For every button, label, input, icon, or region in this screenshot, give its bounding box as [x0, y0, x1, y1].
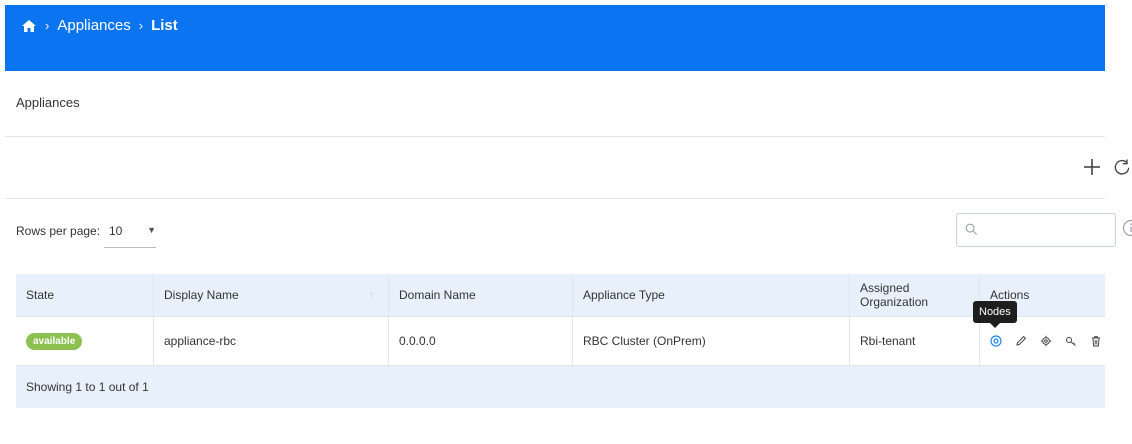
rows-per-page-value: 10: [109, 224, 123, 238]
plus-icon[interactable]: [1080, 155, 1104, 179]
rows-per-page-select[interactable]: 10 ▼: [104, 215, 156, 248]
column-header-label: Display Name: [164, 288, 239, 302]
column-header-assigned-organization[interactable]: Assigned Organization: [850, 274, 980, 316]
state-cell: available: [16, 317, 154, 365]
breadcrumb: › Appliances › List: [21, 17, 178, 34]
page-title: Appliances: [16, 95, 80, 110]
breadcrumb-separator: ›: [45, 18, 50, 33]
table-row: available appliance-rbc 0.0.0.0 RBC Clus…: [16, 316, 1105, 365]
display-name-cell: appliance-rbc: [154, 317, 389, 365]
tooltip: Nodes: [973, 301, 1017, 328]
column-header-appliance-type[interactable]: Appliance Type: [573, 274, 850, 316]
domain-name-cell: 0.0.0.0: [389, 317, 573, 365]
table-header-row: State Display Name ↑ Domain Name Applian…: [16, 274, 1105, 316]
assigned-organization-cell: Rbi-tenant: [850, 317, 980, 365]
trash-icon[interactable]: [1090, 335, 1102, 347]
appliances-table: State Display Name ↑ Domain Name Applian…: [16, 274, 1105, 408]
divider: [5, 198, 1105, 199]
pagination-summary: Showing 1 to 1 out of 1: [26, 380, 149, 394]
breadcrumb-appliances[interactable]: Appliances: [57, 17, 130, 34]
home-icon[interactable]: [21, 19, 37, 33]
refresh-icon[interactable]: [1112, 155, 1132, 179]
key-icon[interactable]: [1065, 335, 1077, 347]
column-header-domain-name[interactable]: Domain Name: [389, 274, 573, 316]
caret-down-icon: ▼: [147, 225, 156, 235]
top-bar: › Appliances › List: [5, 5, 1105, 71]
rows-per-page-label: Rows per page:: [16, 224, 101, 238]
info-icon[interactable]: [1122, 219, 1132, 237]
appliance-type-cell: RBC Cluster (OnPrem): [573, 317, 850, 365]
breadcrumb-separator: ›: [138, 18, 144, 33]
divider: [5, 136, 1105, 137]
search-input[interactable]: [956, 213, 1116, 247]
gear-icon[interactable]: [1040, 335, 1052, 347]
pencil-icon[interactable]: [1015, 335, 1027, 347]
column-header-state[interactable]: State: [16, 274, 154, 316]
search-icon: [965, 223, 978, 236]
status-badge: available: [26, 332, 83, 350]
breadcrumb-list: List: [151, 17, 178, 34]
table-footer: Showing 1 to 1 out of 1: [16, 365, 1105, 408]
column-header-display-name[interactable]: Display Name ↑: [154, 274, 389, 316]
row-actions: [990, 335, 1102, 347]
sort-arrow-icon[interactable]: ↑: [369, 289, 375, 301]
eye-icon[interactable]: [990, 335, 1002, 347]
